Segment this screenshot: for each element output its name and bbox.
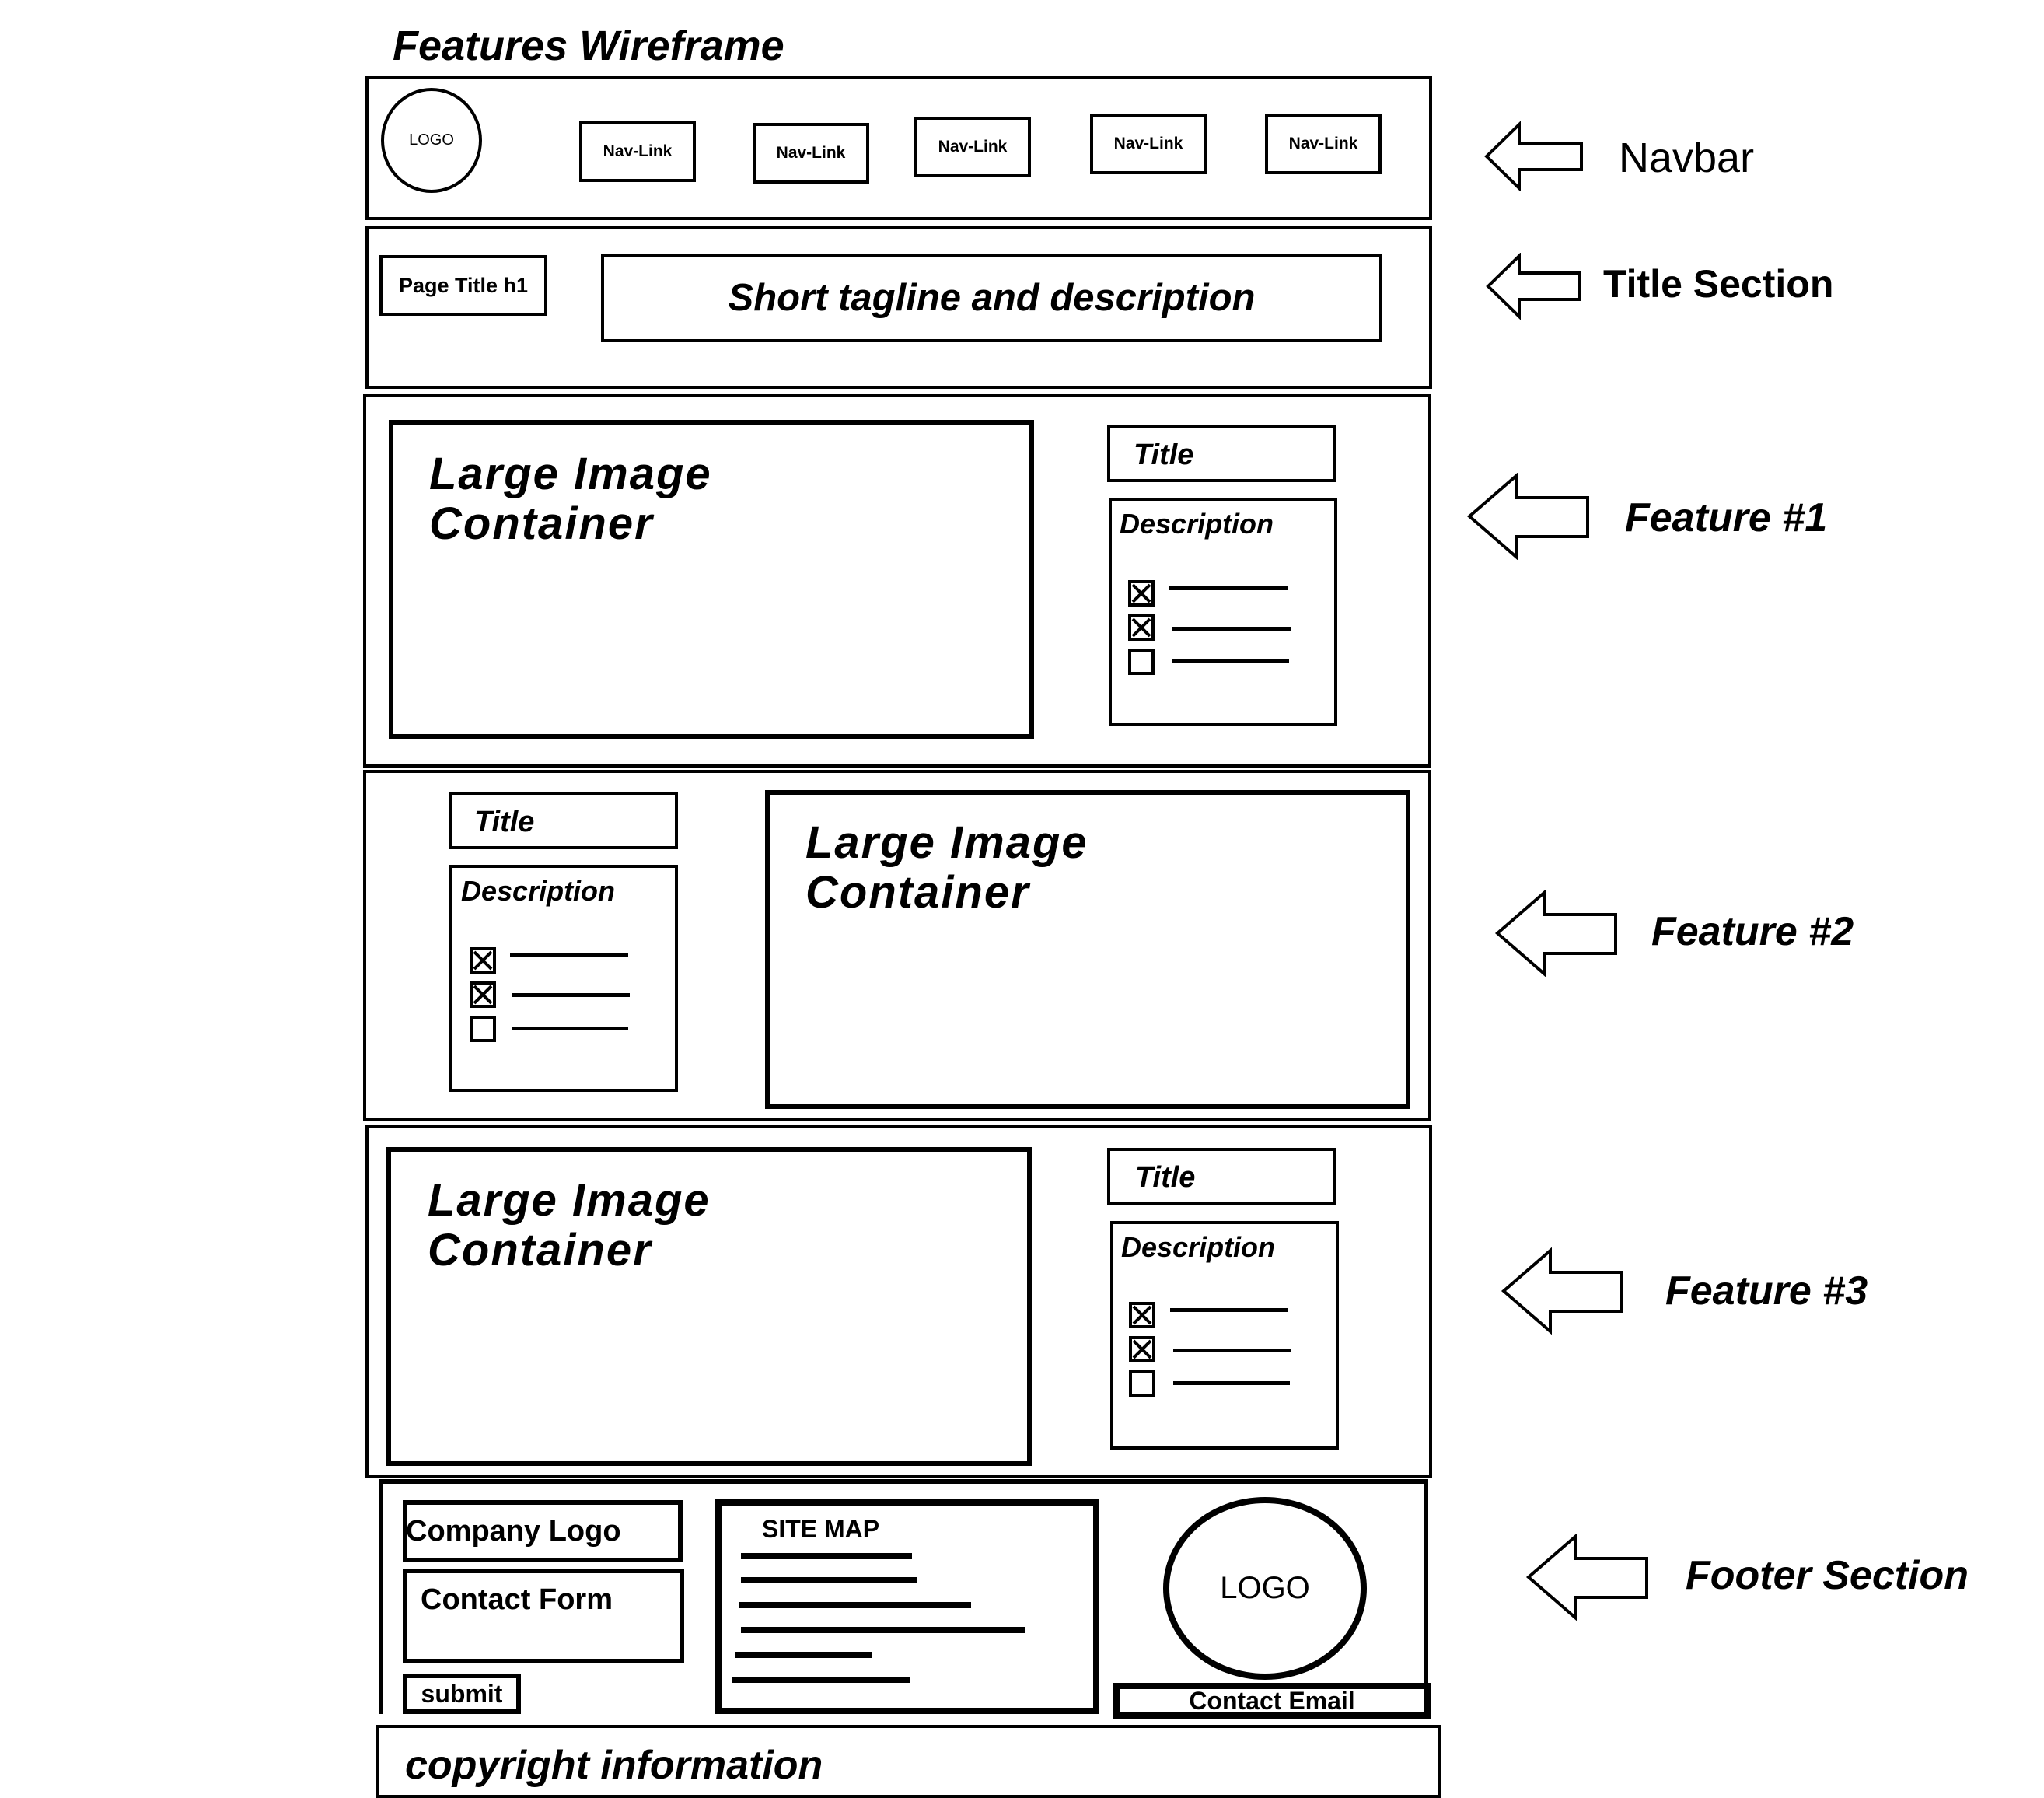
feature-3-checklist-line bbox=[1173, 1381, 1290, 1385]
nav-link-2[interactable]: Nav-Link bbox=[753, 123, 869, 184]
nav-link-5[interactable]: Nav-Link bbox=[1265, 114, 1382, 174]
feature-2-annotation: Feature #2 bbox=[1651, 909, 1854, 954]
nav-link-3[interactable]: Nav-Link bbox=[914, 117, 1031, 177]
contact-email-label: Contact Email bbox=[1189, 1686, 1355, 1715]
site-map-link-line bbox=[735, 1652, 872, 1658]
feature-3-checkbox-checked[interactable] bbox=[1129, 1302, 1155, 1328]
feature-3-checklist-line bbox=[1173, 1348, 1291, 1352]
navbar-arrow-icon bbox=[1484, 121, 1583, 191]
feature-2-checklist-line bbox=[512, 993, 630, 997]
site-map-title: SITE MAP bbox=[762, 1515, 880, 1543]
tagline-box: Short tagline and description bbox=[601, 254, 1382, 342]
submit-button[interactable]: submit bbox=[403, 1674, 521, 1714]
page-title-h1: Page Title h1 bbox=[379, 255, 547, 316]
feature-3-image-label: Large Image Container bbox=[428, 1175, 711, 1275]
feature-3-checkbox-unchecked[interactable] bbox=[1129, 1370, 1155, 1397]
feature-1-checkbox-checked[interactable] bbox=[1128, 580, 1155, 607]
feature-2-image-label: Large Image Container bbox=[805, 817, 1088, 918]
feature-3-annotation: Feature #3 bbox=[1665, 1268, 1868, 1314]
footer-logo[interactable]: LOGO bbox=[1163, 1497, 1367, 1680]
feature-2-arrow-icon bbox=[1494, 890, 1617, 977]
feature-2-title: Title bbox=[474, 806, 535, 838]
feature-1-checkbox-checked[interactable] bbox=[1128, 614, 1155, 641]
feature-2-description: Description bbox=[461, 875, 616, 907]
site-map-link-line bbox=[732, 1677, 910, 1683]
diagram-title: Features Wireframe bbox=[393, 23, 784, 69]
feature-2-checklist-line bbox=[512, 1027, 628, 1030]
page-title-label: Page Title h1 bbox=[398, 273, 529, 297]
nav-link-label: Nav-Link bbox=[1288, 135, 1358, 152]
feature-3-checklist-line bbox=[1170, 1308, 1288, 1312]
feature-1-checklist-line bbox=[1169, 586, 1288, 590]
feature-2-checklist-line bbox=[510, 953, 628, 957]
feature-2-checkbox-unchecked[interactable] bbox=[470, 1016, 496, 1042]
feature-2-checkbox-checked[interactable] bbox=[470, 947, 496, 974]
nav-link-1[interactable]: Nav-Link bbox=[579, 121, 696, 182]
tagline-label: Short tagline and description bbox=[728, 277, 1256, 319]
feature-1-image-label: Large Image Container bbox=[429, 449, 712, 549]
feature-1-description: Description bbox=[1120, 508, 1274, 540]
site-map-link-line bbox=[741, 1553, 912, 1559]
feature-1-checklist-line bbox=[1172, 659, 1289, 663]
site-map-link-line bbox=[739, 1602, 971, 1608]
title-section-arrow-icon bbox=[1486, 253, 1581, 320]
feature-1-checkbox-unchecked[interactable] bbox=[1128, 649, 1155, 675]
nav-link-4[interactable]: Nav-Link bbox=[1090, 114, 1207, 174]
feature-3-checkbox-checked[interactable] bbox=[1129, 1336, 1155, 1362]
feature-3-title: Title bbox=[1135, 1161, 1196, 1194]
nav-link-label: Nav-Link bbox=[1113, 135, 1183, 152]
feature-3-arrow-icon bbox=[1501, 1247, 1623, 1335]
feature-3-description: Description bbox=[1121, 1231, 1276, 1263]
nav-link-label: Nav-Link bbox=[603, 142, 673, 160]
feature-1-checklist-line bbox=[1172, 627, 1291, 631]
footer-annotation: Footer Section bbox=[1686, 1553, 1969, 1598]
nav-link-label: Nav-Link bbox=[776, 144, 846, 162]
feature-2-checkbox-checked[interactable] bbox=[470, 981, 496, 1008]
feature-1-annotation: Feature #1 bbox=[1625, 495, 1828, 540]
navbar-annotation: Navbar bbox=[1619, 135, 1755, 181]
navbar-logo-label: LOGO bbox=[409, 131, 454, 149]
nav-link-label: Nav-Link bbox=[938, 138, 1008, 156]
footer-logo-label: LOGO bbox=[1220, 1571, 1310, 1605]
contact-email-box[interactable]: Contact Email bbox=[1113, 1683, 1431, 1719]
title-section-annotation: Title Section bbox=[1603, 262, 1834, 306]
contact-form-label: Contact Form bbox=[421, 1583, 613, 1616]
copyright-label: copyright information bbox=[405, 1743, 823, 1788]
feature-1-arrow-icon bbox=[1466, 473, 1589, 560]
site-map-link-line bbox=[741, 1627, 1025, 1633]
feature-1-title: Title bbox=[1134, 439, 1194, 471]
footer-arrow-icon bbox=[1525, 1534, 1648, 1621]
company-logo-label: Company Logo bbox=[406, 1515, 621, 1548]
submit-label: submit bbox=[421, 1679, 503, 1708]
site-map-link-line bbox=[741, 1577, 917, 1583]
navbar-logo[interactable]: LOGO bbox=[381, 88, 482, 193]
